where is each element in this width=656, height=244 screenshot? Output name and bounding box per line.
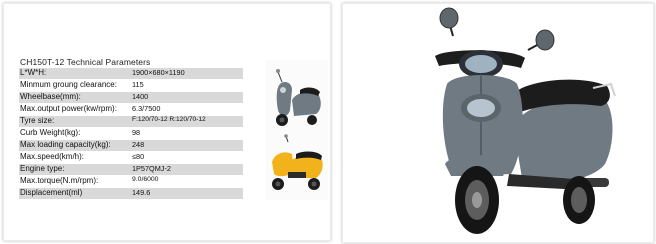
spec-label: Max.torque(N.m/rpm): — [20, 176, 99, 185]
spec-value: ≤80 — [132, 152, 145, 161]
gray-scooter-thumbnail — [276, 69, 321, 126]
yellow-scooter-thumbnail — [272, 134, 323, 190]
spec-label: Displacement(ml) — [20, 188, 83, 197]
specs-title: CH150T-12 Technical Parameters — [20, 57, 151, 67]
spec-value: 1400 — [132, 92, 149, 101]
spec-label: Max loading capacity(kg): — [20, 140, 111, 149]
spec-row-engine-type: Engine type: 1P57QMJ-2 — [19, 164, 243, 175]
spec-row-max-speed: Max.speed(km/h): ≤80 — [19, 152, 243, 163]
specs-panel: CH150T-12 Technical Parameters L*W*H: 19… — [3, 3, 331, 241]
spec-row-lwh: L*W*H: 1900×680×1190 — [19, 68, 243, 79]
main-photo-panel — [342, 3, 654, 243]
spec-value: 248 — [132, 140, 145, 149]
spec-value: F:120/70-12 R:120/70-12 — [132, 116, 206, 123]
scooter-thumbnails — [266, 60, 328, 200]
spec-label: Max.speed(km/h): — [20, 152, 85, 161]
spec-label: Curb Weight(kg): — [20, 128, 81, 137]
spec-label: Wheelbase(mm): — [20, 92, 81, 101]
spec-value: 98 — [132, 128, 141, 137]
spec-row-torque: Max.torque(N.m/rpm): 9.0/6000 — [19, 176, 243, 187]
spec-row-ground-clearance: Minmum groung clearance: 115 — [19, 80, 243, 91]
spec-value: 149.6 — [132, 188, 151, 197]
spec-value: 6.3/7500 — [132, 104, 161, 113]
spec-label: L*W*H: — [20, 68, 47, 77]
spec-label: Minmum groung clearance: — [20, 80, 117, 89]
gray-scooter-main-photo — [435, 7, 616, 234]
spec-label: Tyre size: — [20, 116, 55, 125]
spec-label: Engine type: — [20, 164, 65, 173]
spec-row-loading-capacity: Max loading capacity(kg): 248 — [19, 140, 243, 151]
spec-value: 1P57QMJ-2 — [132, 164, 171, 173]
spec-row-wheelbase: Wheelbase(mm): 1400 — [19, 92, 243, 103]
spec-value: 1900×680×1190 — [132, 68, 185, 77]
spec-value: 9.0/6000 — [132, 176, 159, 183]
spec-row-curb-weight: Curb Weight(kg): 98 — [19, 128, 243, 139]
spec-row-tyre-size: Tyre size: F:120/70-12 R:120/70-12 — [19, 116, 243, 127]
spec-label: Max.output power(kw/rpm): — [20, 104, 117, 113]
spec-row-output-power: Max.output power(kw/rpm): 6.3/7500 — [19, 104, 243, 115]
spec-row-displacement: Displacement(ml) 149.6 — [19, 188, 243, 199]
spec-value: 115 — [132, 80, 144, 89]
